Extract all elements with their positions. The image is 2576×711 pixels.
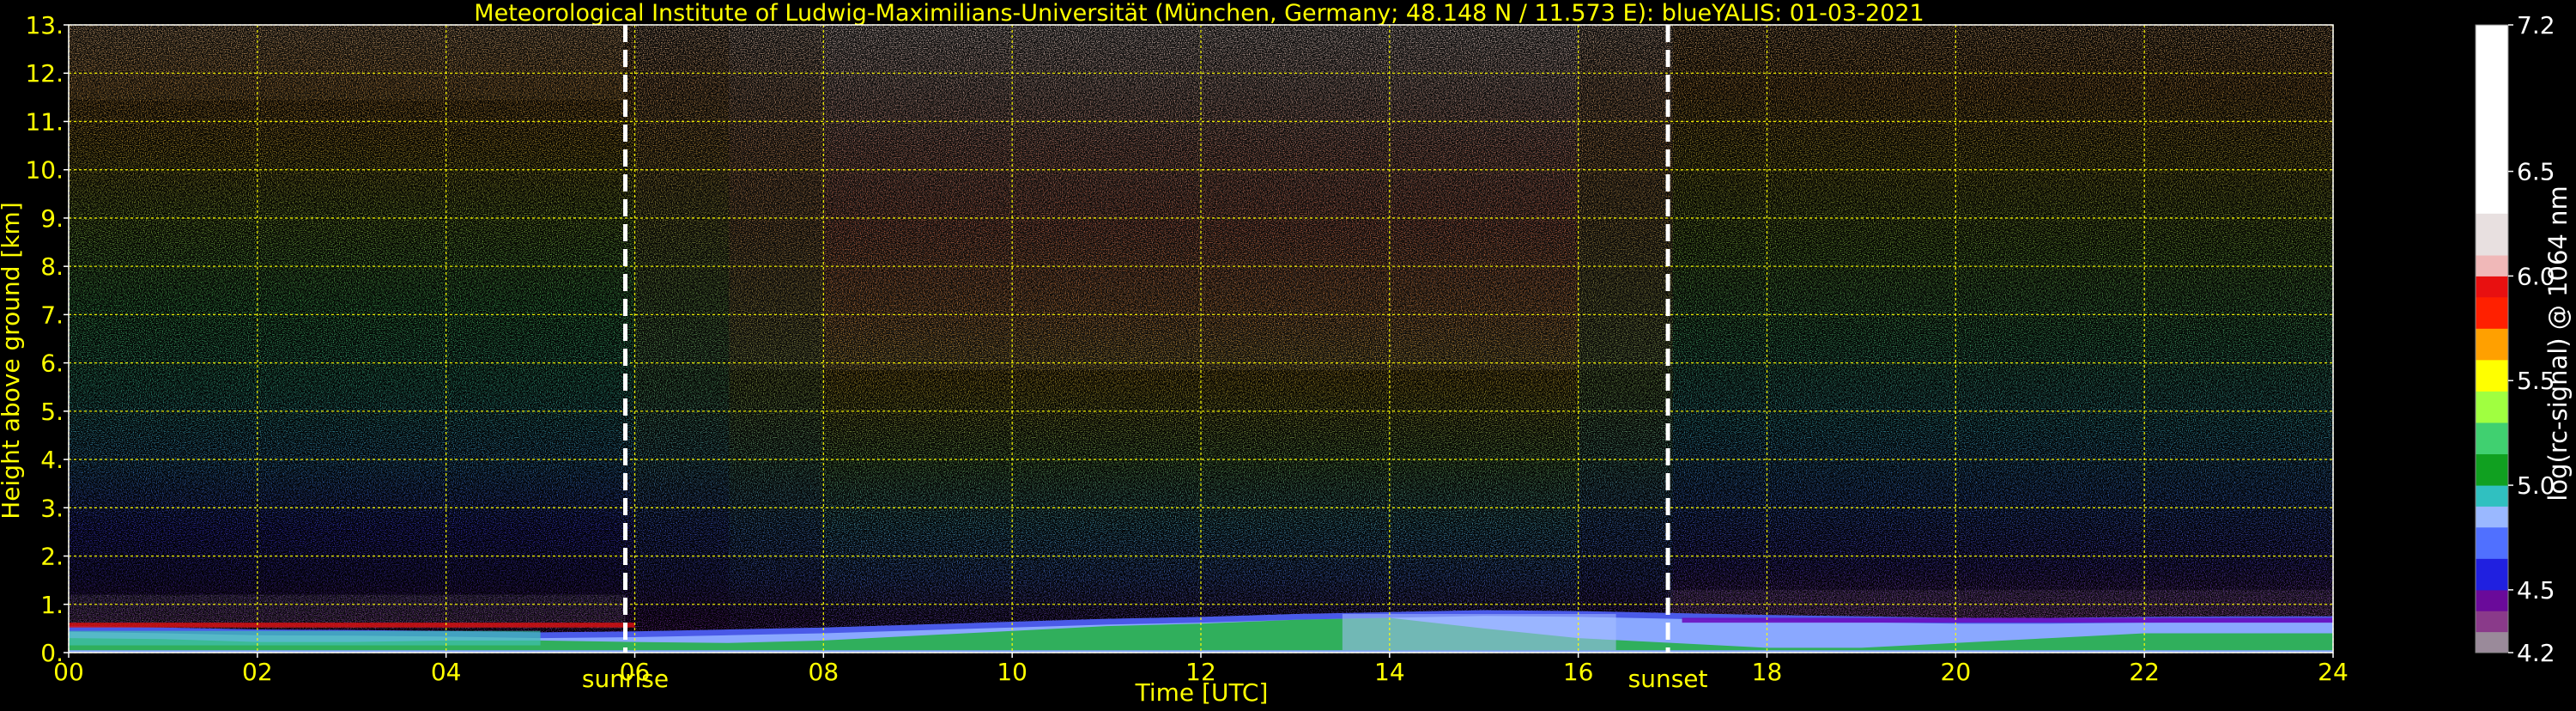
night-top-speckle [69, 25, 626, 100]
colorbar-segment [2476, 213, 2508, 256]
plot-area [68, 24, 2334, 653]
colorbar-label: log(rc-signal) @ 1064 nm [2543, 185, 2573, 501]
night-layer-top [69, 623, 635, 628]
x-tick-label: 24 [2318, 658, 2349, 686]
colorbar-segment [2476, 359, 2508, 392]
evening-layer-top [1682, 617, 2333, 623]
y-axis-label: Height above ground [km] [0, 202, 25, 520]
x-tick-label: 00 [53, 658, 84, 686]
colorbar-segment [2476, 611, 2508, 633]
x-tick-label: 18 [1752, 658, 1783, 686]
x-tick-label: 04 [431, 658, 462, 686]
colorbar-segment [2476, 25, 2508, 214]
signal-column-highlight [1389, 25, 1485, 371]
y-axis: 0.1.2.3.4.5.6.7.8.9.10.11.12.13. [25, 11, 69, 667]
signal-column-highlight [634, 25, 730, 371]
x-tick-label: 10 [997, 658, 1027, 686]
y-tick-label: 9. [40, 204, 64, 233]
y-tick-label: 2. [40, 543, 64, 571]
colorbar-segment [2476, 296, 2508, 329]
colorbar-segment [2476, 422, 2508, 455]
colorbar-segment [2476, 558, 2508, 591]
y-tick-label: 5. [40, 398, 64, 426]
signal-column-highlight [1578, 25, 1674, 371]
x-tick-label: 14 [1374, 658, 1405, 686]
sunrise-label: sunrise [582, 665, 669, 693]
signal-column-highlight [1483, 25, 1579, 371]
lidar-quicklook-figure: Meteorological Institute of Ludwig-Maxim… [0, 0, 2576, 708]
y-tick-label: 13. [25, 11, 64, 40]
signal-column-highlight [823, 25, 918, 371]
colorbar-segment [2476, 255, 2508, 276]
x-tick-label: 22 [2129, 658, 2160, 686]
y-tick-label: 10. [25, 156, 64, 185]
y-tick-label: 1. [40, 591, 64, 619]
colorbar-segment [2476, 485, 2508, 507]
colorbar-segment [2476, 391, 2508, 423]
colorbar-segment [2476, 631, 2508, 653]
colorbar-segment [2476, 589, 2508, 611]
signal-column-highlight [1012, 25, 1107, 371]
y-tick-label: 12. [25, 59, 64, 88]
signal-column-highlight [918, 25, 1013, 371]
y-tick-label: 8. [40, 252, 64, 281]
y-tick-label: 4. [40, 446, 64, 474]
colorbar-tick-label: 7.2 [2517, 11, 2555, 40]
x-tick-label: 08 [809, 658, 839, 686]
colorbar-segment [2476, 328, 2508, 361]
chart-svg: Meteorological Institute of Ludwig-Maxim… [0, 0, 2573, 707]
colorbar-tick-label: 6.5 [2517, 158, 2555, 186]
colorbar-segment [2476, 453, 2508, 486]
colorbar-segment [2476, 506, 2508, 528]
x-tick-label: 16 [1563, 658, 1594, 686]
x-tick-label: 20 [1941, 658, 1972, 686]
afternoon-mixing-layer [1342, 614, 1616, 651]
colorbar-tick-label: 4.5 [2517, 576, 2555, 605]
chart-title: Meteorological Institute of Ludwig-Maxim… [474, 0, 1924, 27]
y-tick-label: 7. [40, 301, 64, 329]
signal-column-highlight [1294, 25, 1391, 371]
night-residual-layer [69, 630, 541, 646]
x-tick-label: 02 [242, 658, 273, 686]
y-tick-label: 11. [25, 107, 64, 136]
x-axis-label: Time [UTC] [1135, 678, 1269, 707]
colorbar-segment [2476, 276, 2508, 298]
signal-column-highlight [1106, 25, 1202, 371]
y-tick-label: 6. [40, 349, 64, 378]
colorbar-segment [2476, 526, 2508, 559]
y-tick-label: 3. [40, 494, 64, 522]
signal-column-highlight [1201, 25, 1296, 371]
sunset-label: sunset [1628, 665, 1708, 693]
colorbar-tick-label: 4.2 [2517, 639, 2555, 667]
signal-column-highlight [729, 25, 824, 371]
